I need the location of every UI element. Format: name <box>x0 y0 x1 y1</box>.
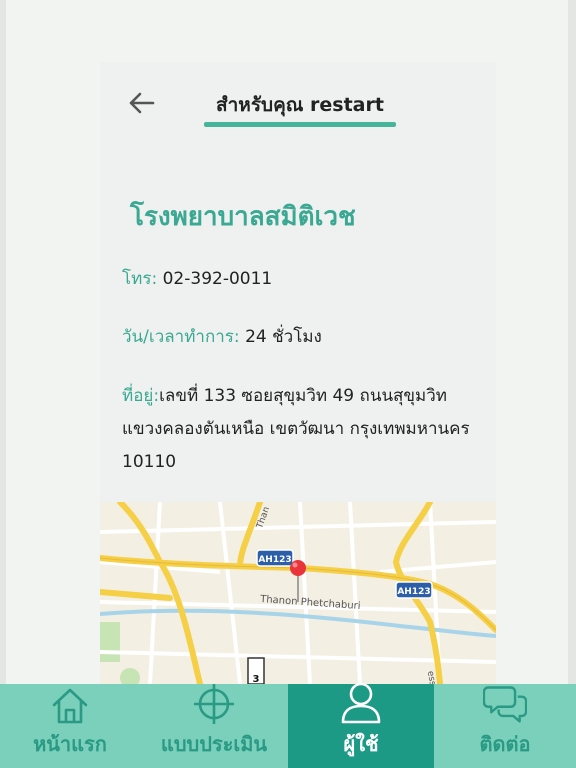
user-icon <box>341 682 381 724</box>
hours-row: วัน/เวลาทำการ: 24 ชั่วโมง <box>122 321 492 354</box>
svg-text:AH123: AH123 <box>258 555 291 565</box>
phone-value[interactable]: 02-392-0011 <box>163 269 273 289</box>
tab-home-label: หน้าแรก <box>33 732 107 756</box>
home-icon <box>52 688 88 724</box>
tab-home[interactable]: หน้าแรก <box>0 684 140 768</box>
page-header: สำหรับคุณ restart <box>100 62 496 132</box>
phone-label: โทร: <box>122 269 158 289</box>
tab-assessment[interactable]: แบบประเมิน <box>140 684 288 768</box>
page-title: สำหรับคุณ restart <box>216 94 384 116</box>
map-canvas: Thanon Phetchaburi Than essway AH123 AH1… <box>100 502 496 684</box>
chat-bubbles-icon <box>483 686 527 723</box>
highway-shield-2: AH123 <box>395 581 433 599</box>
tab-contact-label: ติดต่อ <box>479 732 531 756</box>
title-underline <box>204 122 396 127</box>
arrow-left-icon <box>129 92 155 114</box>
crosshair-icon <box>194 684 234 724</box>
bottom-tab-bar: หน้าแรก แบบประเมิน ผู้ใช้ ติดต่อ <box>0 682 576 768</box>
svg-text:AH123: AH123 <box>397 587 430 597</box>
map-view[interactable]: Thanon Phetchaburi Than essway AH123 AH1… <box>100 502 496 684</box>
hours-value: 24 ชั่วโมง <box>245 327 322 347</box>
address-label: ที่อยู่: <box>122 386 160 406</box>
hours-label: วัน/เวลาทำการ: <box>122 327 240 347</box>
address-row: ที่อยู่:เลขที่ 133 ซอยสุขุมวิท 49 ถนนสุข… <box>122 380 492 479</box>
back-button[interactable] <box>126 88 156 118</box>
phone-row: โทร: 02-392-0011 <box>122 263 492 296</box>
tab-assessment-label: แบบประเมิน <box>160 732 268 756</box>
tab-user[interactable]: ผู้ใช้ <box>288 682 434 768</box>
hospital-name: โรงพยาบาลสมิติเวช <box>130 202 356 232</box>
tab-contact[interactable]: ติดต่อ <box>434 684 576 768</box>
address-value: เลขที่ 133 ซอยสุขุมวิท 49 ถนนสุขุมวิท แข… <box>122 386 470 472</box>
highway-shield-1: AH123 <box>256 549 294 567</box>
svg-text:3: 3 <box>253 674 260 684</box>
tab-user-label: ผู้ใช้ <box>343 732 379 756</box>
route-marker: 3 <box>247 657 265 684</box>
